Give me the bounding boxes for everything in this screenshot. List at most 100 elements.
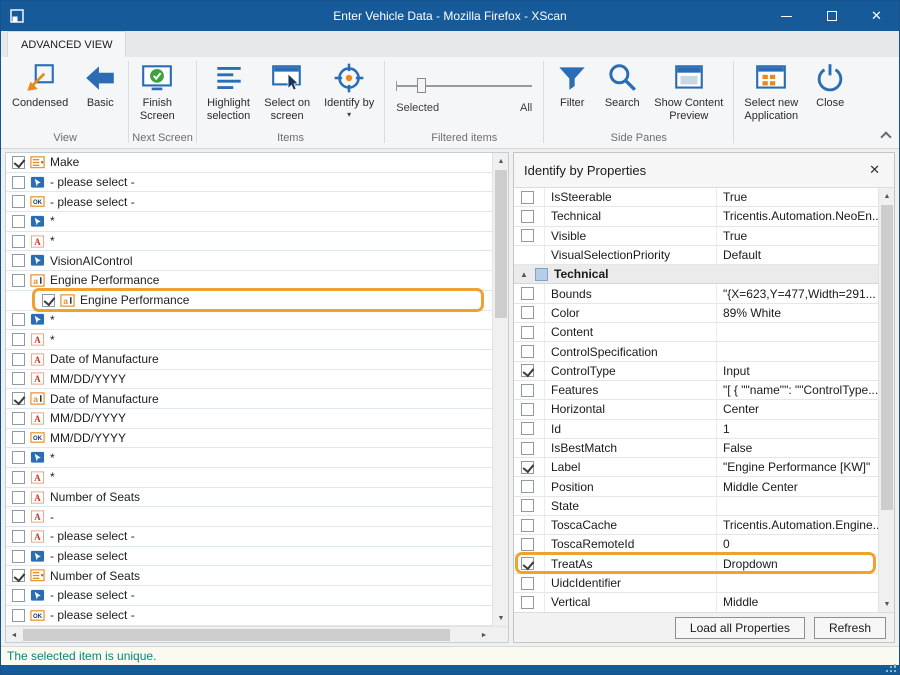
tree-row[interactable]: aDate of Manufacture [6, 389, 492, 409]
property-row-controlspecification[interactable]: ControlSpecification [514, 342, 878, 361]
property-checkbox[interactable] [521, 403, 534, 416]
property-checkbox[interactable] [521, 442, 534, 455]
condensed-button[interactable]: Condensed [5, 58, 75, 131]
select-new-application-button[interactable]: Select new Application [737, 58, 805, 131]
tree-row[interactable]: - please select [6, 547, 492, 567]
property-group-technical[interactable]: ▲Technical [514, 265, 878, 284]
properties-vertical-scrollbar[interactable]: ▲ ▼ [878, 188, 894, 612]
scroll-down-icon[interactable]: ▼ [879, 596, 895, 612]
row-checkbox[interactable] [12, 372, 25, 385]
row-checkbox[interactable] [42, 294, 55, 307]
close-button[interactable]: ✕ [854, 1, 899, 31]
show-content-preview-button[interactable]: Show Content Preview [647, 58, 730, 131]
finish-screen-button[interactable]: Finish Screen [132, 58, 182, 131]
search-button[interactable]: Search [597, 58, 647, 131]
property-row-label[interactable]: Label"Engine Performance [KW]" [514, 458, 878, 477]
row-checkbox[interactable] [12, 510, 25, 523]
tree-row[interactable]: A* [6, 330, 492, 350]
row-checkbox[interactable] [12, 353, 25, 366]
row-checkbox[interactable] [12, 589, 25, 602]
property-row-isbestmatch[interactable]: IsBestMatchFalse [514, 439, 878, 458]
property-checkbox[interactable] [521, 306, 534, 319]
row-checkbox[interactable] [12, 254, 25, 267]
tree-row[interactable]: Number of Seats [6, 566, 492, 586]
property-checkbox[interactable] [521, 326, 534, 339]
row-checkbox[interactable] [12, 274, 25, 287]
tree-row[interactable] [6, 626, 492, 627]
tree-row[interactable]: * [6, 212, 492, 232]
property-checkbox[interactable] [521, 191, 534, 204]
tree-row[interactable]: * [6, 311, 492, 331]
property-checkbox[interactable] [521, 596, 534, 609]
property-row-content[interactable]: Content [514, 323, 878, 342]
scroll-right-icon[interactable]: ► [476, 627, 492, 643]
close-pane-icon[interactable]: ✕ [865, 160, 884, 180]
property-row-treatas[interactable]: TreatAsDropdown [514, 555, 878, 574]
row-checkbox[interactable] [12, 471, 25, 484]
filtered-items-slider[interactable]: SelectedAll [388, 58, 540, 131]
select-on-screen-button[interactable]: Select on screen [257, 58, 317, 131]
row-checkbox[interactable] [12, 215, 25, 228]
identify-by-button[interactable]: Identify by▾ [317, 58, 381, 131]
tree-row[interactable]: A- [6, 507, 492, 527]
tree-row[interactable]: OK- please select - [6, 606, 492, 626]
property-row-vertical[interactable]: VerticalMiddle [514, 593, 878, 612]
row-checkbox[interactable] [12, 451, 25, 464]
tree-row[interactable]: - please select - [6, 173, 492, 193]
row-checkbox[interactable] [12, 530, 25, 543]
tree-row[interactable]: OKMM/DD/YYYY [6, 429, 492, 449]
slider-track[interactable] [396, 78, 532, 93]
property-row-id[interactable]: Id1 [514, 420, 878, 439]
slider-handle[interactable] [417, 78, 426, 93]
property-row-state[interactable]: State [514, 497, 878, 516]
expander-icon[interactable]: ▲ [519, 270, 529, 279]
scroll-down-icon[interactable]: ▼ [493, 610, 509, 626]
scroll-left-icon[interactable]: ◄ [6, 627, 22, 643]
property-checkbox[interactable] [521, 557, 534, 570]
property-checkbox[interactable] [521, 345, 534, 358]
maximize-button[interactable] [809, 1, 854, 31]
scroll-up-icon[interactable]: ▲ [493, 153, 509, 169]
row-checkbox[interactable] [12, 431, 25, 444]
property-row-technical[interactable]: TechnicalTricentis.Automation.NeoEn... [514, 207, 878, 226]
property-checkbox[interactable] [521, 461, 534, 474]
highlight-selection-button[interactable]: Highlight selection [200, 58, 257, 131]
row-checkbox[interactable] [12, 392, 25, 405]
property-checkbox[interactable] [521, 210, 534, 223]
refresh-button[interactable]: Refresh [814, 617, 886, 639]
tree-row[interactable]: VisionAIControl [6, 251, 492, 271]
load-all-properties-button[interactable]: Load all Properties [675, 617, 805, 639]
group-checkbox[interactable] [535, 268, 548, 281]
property-row-toscaremoteid[interactable]: ToscaRemoteId0 [514, 535, 878, 554]
props-vscroll-thumb[interactable] [881, 205, 893, 510]
property-checkbox[interactable] [521, 519, 534, 532]
row-checkbox[interactable] [12, 569, 25, 582]
property-checkbox[interactable] [521, 422, 534, 435]
collapse-ribbon-chevron-icon[interactable] [881, 130, 890, 139]
row-checkbox[interactable] [12, 195, 25, 208]
tree-row[interactable]: - please select - [6, 586, 492, 606]
tree-row[interactable]: * [6, 448, 492, 468]
tree-row[interactable]: aEngine Performance [6, 271, 492, 291]
property-checkbox[interactable] [521, 499, 534, 512]
property-checkbox[interactable] [521, 577, 534, 590]
row-checkbox[interactable] [12, 412, 25, 425]
property-row-toscacache[interactable]: ToscaCacheTricentis.Automation.Engine... [514, 516, 878, 535]
basic-button[interactable]: Basic [75, 58, 125, 131]
row-checkbox[interactable] [12, 550, 25, 563]
property-row-visible[interactable]: VisibleTrue [514, 227, 878, 246]
property-row-controltype[interactable]: ControlTypeInput [514, 362, 878, 381]
property-row-issteerable[interactable]: IsSteerableTrue [514, 188, 878, 207]
property-row-horizontal[interactable]: HorizontalCenter [514, 400, 878, 419]
minimize-button[interactable] [764, 1, 809, 31]
scroll-up-icon[interactable]: ▲ [879, 188, 895, 204]
tree-vscroll-thumb[interactable] [495, 170, 507, 318]
tree-row[interactable]: A- please select - [6, 527, 492, 547]
filter-button[interactable]: Filter [547, 58, 597, 131]
tree-row[interactable]: ANumber of Seats [6, 488, 492, 508]
tree-row[interactable]: ADate of Manufacture [6, 350, 492, 370]
tree-row[interactable]: Make [6, 153, 492, 173]
resize-grip-icon[interactable] [884, 666, 896, 672]
property-checkbox[interactable] [521, 287, 534, 300]
property-row-bounds[interactable]: Bounds"{X=623,Y=477,Width=291... [514, 284, 878, 303]
